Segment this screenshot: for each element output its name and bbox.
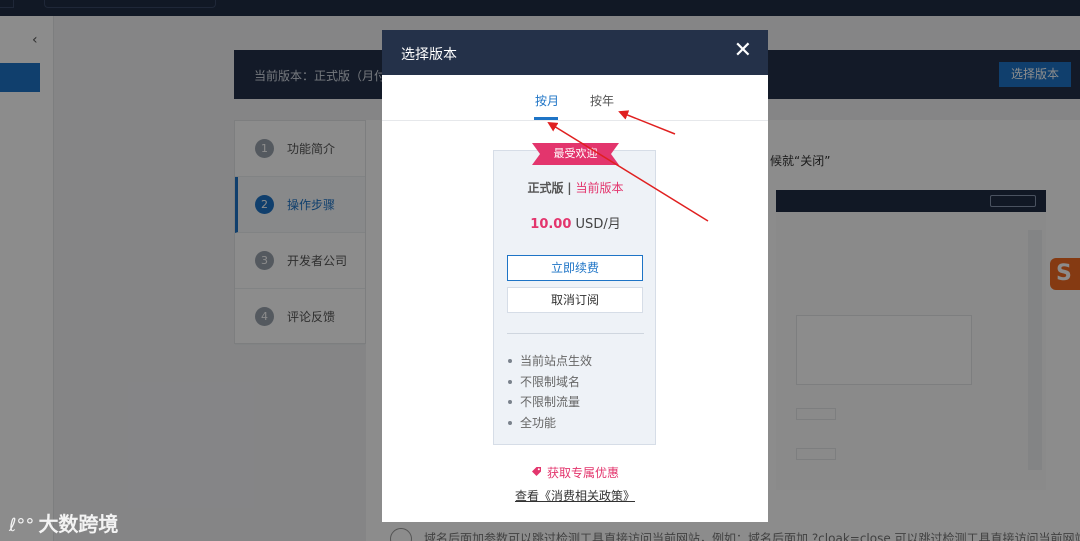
popular-ribbon-label: 最受欢迎 xyxy=(540,143,611,165)
exclusive-offer-label: 获取专属优惠 xyxy=(546,466,619,480)
list-item: 不限制流量 xyxy=(508,392,592,413)
cancel-subscription-button[interactable]: 取消订阅 xyxy=(507,287,643,313)
active-tab-indicator xyxy=(534,117,558,120)
watermark-text: 大数跨境 xyxy=(38,512,119,536)
list-item: 当前站点生效 xyxy=(508,351,592,372)
feature-list: 当前站点生效 不限制域名 不限制流量 全功能 xyxy=(508,351,592,433)
plan-title: 正式版 xyxy=(527,181,564,195)
price-unit: USD/月 xyxy=(575,217,621,232)
select-version-modal: 选择版本 ✕ 按月 按年 最受欢迎 正式版 | 当前版本 10.00 USD/月… xyxy=(382,30,768,522)
list-item: 不限制域名 xyxy=(508,372,592,393)
plan-name: 正式版 | 当前版本 xyxy=(494,179,657,196)
watermark-logo: ℓ°° 大数跨境 xyxy=(9,508,118,537)
exclusive-offer-link[interactable]: 获取专属优惠 xyxy=(382,464,768,481)
divider xyxy=(507,333,644,334)
renew-button[interactable]: 立即续费 xyxy=(507,255,643,281)
tab-monthly[interactable]: 按月 xyxy=(535,92,559,109)
tag-icon xyxy=(531,466,542,480)
list-item: 全功能 xyxy=(508,413,592,434)
current-version-badge: 当前版本 xyxy=(575,181,624,195)
price-amount: 10.00 xyxy=(530,217,572,232)
popular-ribbon: 最受欢迎 xyxy=(532,143,619,165)
watermark-logo-icon: ℓ°° xyxy=(9,515,35,536)
close-icon[interactable]: ✕ xyxy=(734,39,752,63)
tab-yearly[interactable]: 按年 xyxy=(590,92,614,109)
modal-title: 选择版本 xyxy=(401,47,457,63)
modal-header: 选择版本 ✕ xyxy=(382,30,768,75)
plan-price: 10.00 USD/月 xyxy=(494,213,657,232)
plan-separator: | xyxy=(567,181,572,195)
plan-card: 最受欢迎 正式版 | 当前版本 10.00 USD/月 立即续费 取消订阅 当前… xyxy=(493,143,657,445)
consumer-policy-link[interactable]: 查看《消费相关政策》 xyxy=(382,487,768,504)
billing-tabs: 按月 按年 xyxy=(382,75,768,121)
